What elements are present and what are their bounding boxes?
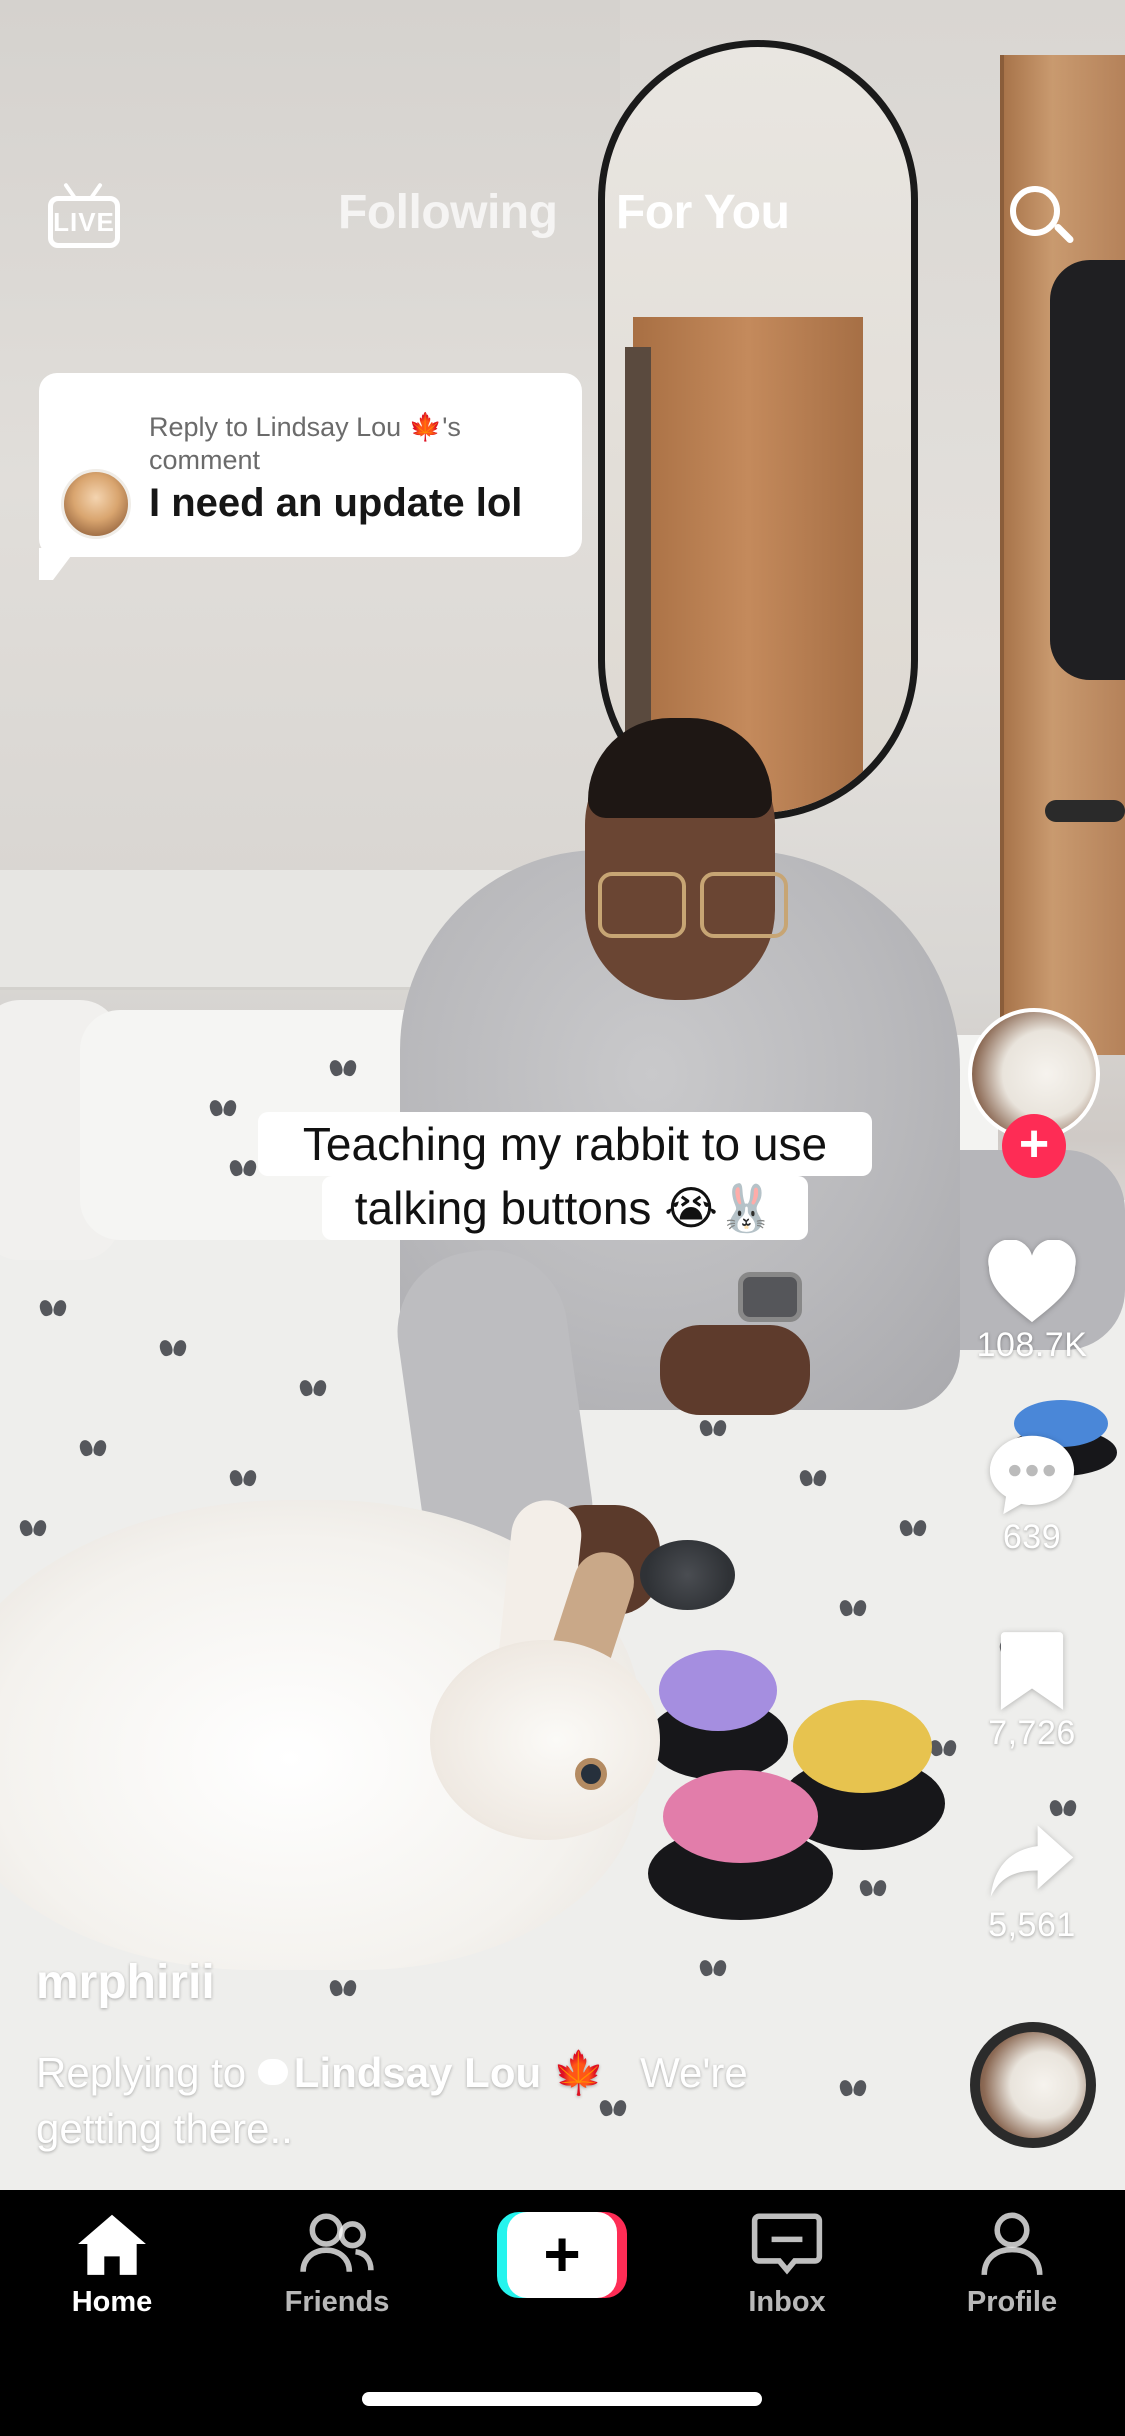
- share-button[interactable]: 5,561: [962, 1820, 1102, 1945]
- butterfly-pattern: [300, 1380, 326, 1396]
- description-text: We're: [640, 2049, 748, 2096]
- reply-comment-card[interactable]: Reply to Lindsay Lou 🍁's comment I need …: [39, 373, 582, 557]
- wristwatch: [738, 1272, 802, 1322]
- coat: [1050, 260, 1125, 680]
- commenter-avatar: [61, 469, 131, 539]
- search-icon[interactable]: [1008, 184, 1075, 250]
- rabbit-head: [430, 1640, 660, 1840]
- replying-user-link[interactable]: Lindsay Lou 🍁: [294, 2049, 605, 2096]
- nav-friends-label: Friends: [284, 2286, 390, 2318]
- butterfly-pattern: [840, 2080, 866, 2096]
- butterfly-pattern: [160, 1340, 186, 1356]
- reply-comment-text: I need an update lol: [149, 481, 523, 525]
- share-arrow-icon: [990, 1825, 1074, 1897]
- butterfly-pattern: [800, 1470, 826, 1486]
- video-caption-line-2: talking buttons 😭🐰: [322, 1176, 808, 1240]
- save-button[interactable]: 7,726: [962, 1628, 1102, 1753]
- bookmark-icon: [1000, 1632, 1064, 1710]
- butterfly-pattern: [40, 1300, 66, 1316]
- microphone: [640, 1540, 735, 1610]
- live-icon[interactable]: LIVE: [48, 182, 120, 248]
- author-username[interactable]: mrphirii: [36, 1955, 215, 2010]
- friends-icon: [300, 2213, 374, 2272]
- share-count: 5,561: [988, 1906, 1076, 1944]
- butterfly-pattern: [700, 1420, 726, 1436]
- follow-plus-button[interactable]: +: [1002, 1114, 1066, 1178]
- profile-icon: [981, 2212, 1043, 2276]
- description-text-continued: getting there..: [36, 2105, 293, 2152]
- butterfly-pattern: [840, 1600, 866, 1616]
- nav-profile[interactable]: Profile: [932, 2210, 1092, 2319]
- glasses: [598, 872, 788, 938]
- create-button[interactable]: +: [497, 2212, 627, 2298]
- top-bar: LIVE Following For You: [0, 160, 1125, 270]
- butterfly-pattern: [1050, 1800, 1076, 1816]
- nav-home-label: Home: [71, 2286, 153, 2318]
- butterfly-pattern: [210, 1100, 236, 1116]
- video-player[interactable]: [0, 0, 1125, 2190]
- home-icon: [78, 2214, 146, 2275]
- butterfly-pattern: [230, 1160, 256, 1176]
- rabbit-eye: [575, 1758, 607, 1790]
- live-label: LIVE: [48, 196, 120, 248]
- butterfly-pattern: [700, 1960, 726, 1976]
- heart-icon: [988, 1240, 1076, 1323]
- save-count: 7,726: [988, 1714, 1076, 1752]
- comment-icon: [989, 1435, 1075, 1515]
- butterfly-pattern: [20, 1520, 46, 1536]
- talking-button-pink: [648, 1770, 833, 1920]
- butterfly-pattern: [860, 1880, 886, 1896]
- tab-for-you[interactable]: For You: [616, 185, 790, 240]
- hand: [660, 1325, 810, 1415]
- music-disc-icon[interactable]: [970, 2022, 1096, 2148]
- butterfly-pattern: [230, 1470, 256, 1486]
- butterfly-pattern: [80, 1440, 106, 1456]
- like-count: 108.7K: [976, 1326, 1088, 1364]
- butterfly-pattern: [900, 1520, 926, 1536]
- nav-inbox-label: Inbox: [748, 2286, 826, 2318]
- reply-card-tail: [39, 548, 77, 580]
- butterfly-pattern: [330, 1980, 356, 1996]
- home-indicator: [362, 2392, 762, 2406]
- comment-bubble-icon: [257, 2058, 288, 2085]
- nav-friends[interactable]: Friends: [257, 2210, 417, 2319]
- like-button[interactable]: 108.7K: [962, 1240, 1102, 1365]
- nav-home[interactable]: Home: [32, 2210, 192, 2319]
- nav-profile-label: Profile: [966, 2286, 1058, 2318]
- butterfly-pattern: [330, 1060, 356, 1076]
- video-caption-line-1: Teaching my rabbit to use: [258, 1112, 872, 1176]
- talking-button-purple: [648, 1650, 788, 1780]
- replying-prefix: Replying to: [36, 2049, 247, 2096]
- create-plus-icon: +: [507, 2212, 617, 2298]
- door-handle: [1045, 800, 1125, 822]
- bottom-nav-bar: Home Friends + Inbox Profile: [0, 2190, 1125, 2436]
- comment-button[interactable]: 639: [962, 1430, 1102, 1557]
- inbox-icon: [751, 2213, 823, 2275]
- tab-following[interactable]: Following: [338, 185, 558, 240]
- mirror: [598, 40, 918, 820]
- nav-inbox[interactable]: Inbox: [707, 2210, 867, 2319]
- post-description: Replying to Lindsay Lou 🍁 We're getting …: [36, 2045, 836, 2157]
- comment-count: 639: [1002, 1518, 1062, 1556]
- reply-to-label: Reply to Lindsay Lou 🍁's comment: [149, 412, 461, 475]
